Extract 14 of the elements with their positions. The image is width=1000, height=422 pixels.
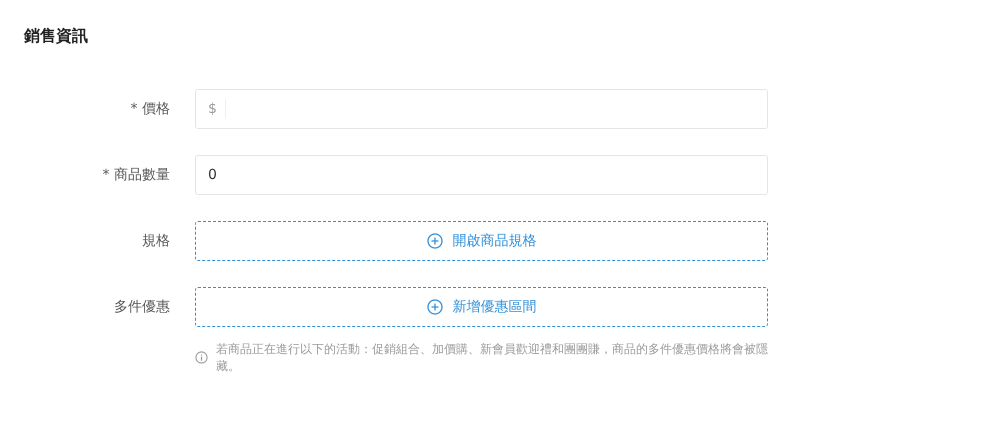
section-title: 銷售資訊	[24, 25, 89, 47]
field-label: * 商品數量	[102, 166, 170, 184]
field-label: 多件優惠	[113, 298, 170, 316]
currency-prefix: $	[196, 99, 226, 119]
input-field[interactable]: 0	[195, 155, 768, 195]
add-button[interactable]: 開啟商品規格	[195, 221, 768, 261]
field-label: * 價格	[130, 100, 170, 118]
plus-circle-icon	[426, 299, 442, 315]
plus-circle-icon	[426, 233, 442, 249]
add-button[interactable]: 新增優惠區間	[195, 287, 768, 327]
info-icon	[195, 351, 208, 364]
field-label: 規格	[141, 232, 170, 250]
input-field[interactable]: $	[195, 89, 768, 129]
note-text: 若商品正在進行以下的活動：促銷組合、加價購、新會員歡迎禮和團團賺，商品的多件優惠價格將會被隱藏。	[216, 341, 768, 375]
